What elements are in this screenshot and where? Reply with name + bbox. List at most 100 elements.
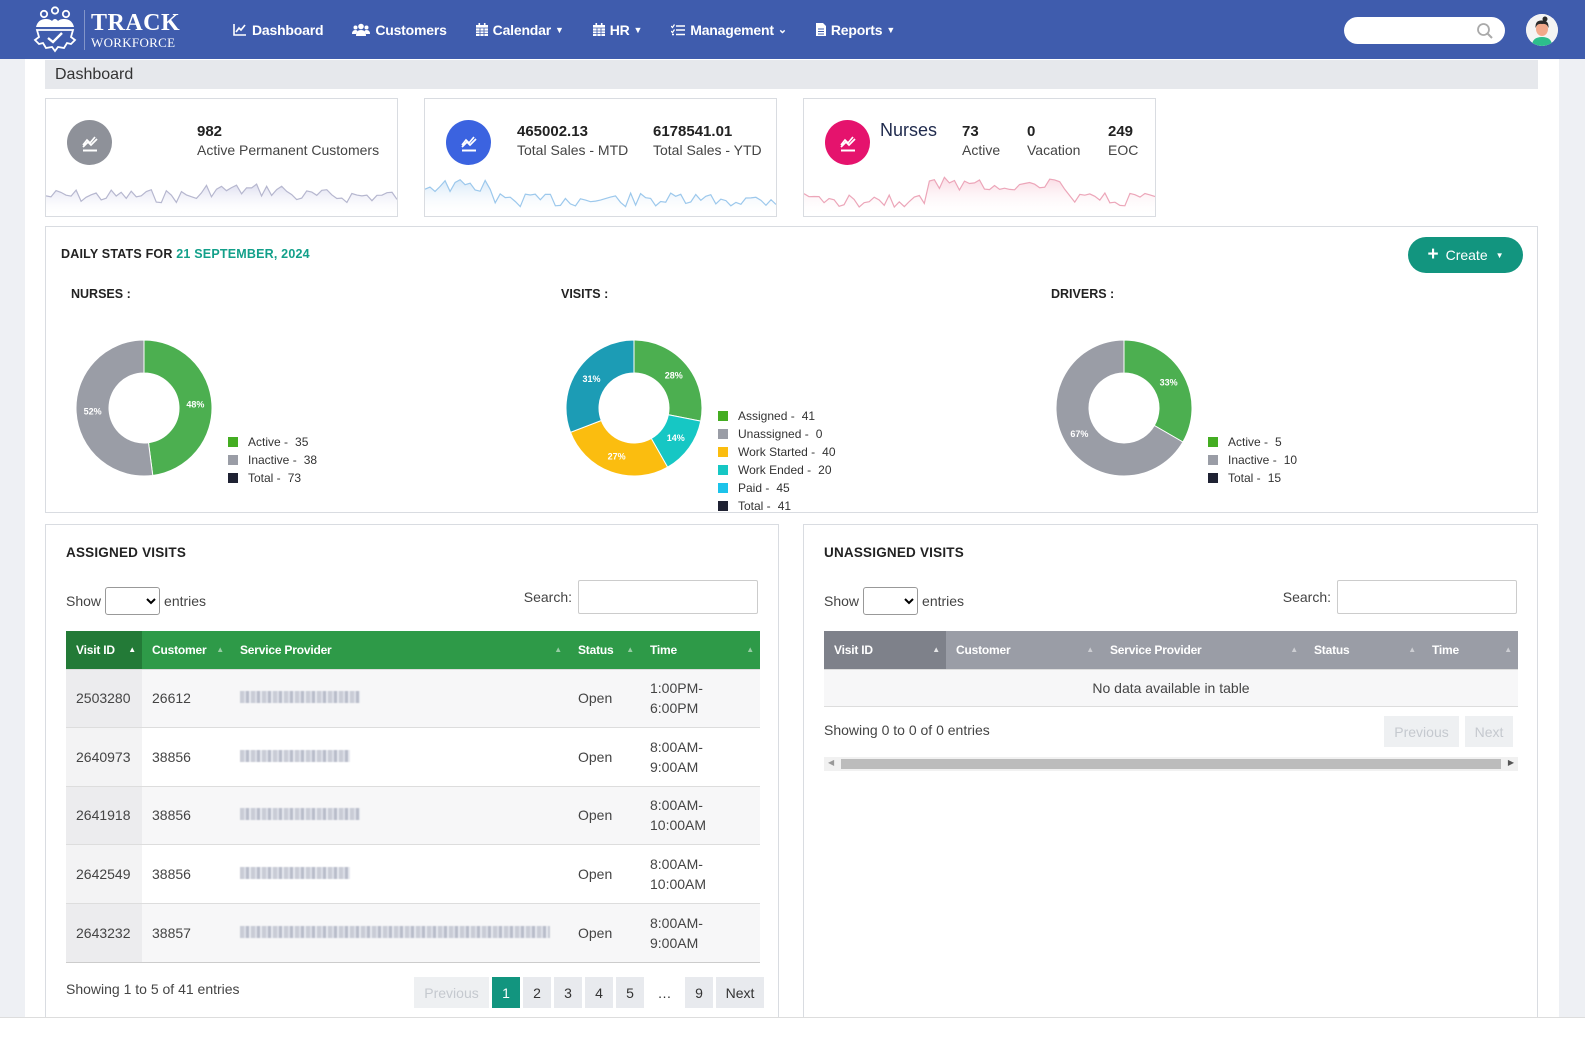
col-time[interactable]: Time ▲ — [1422, 631, 1518, 669]
legend-item[interactable]: Work Ended - 20 — [718, 461, 836, 479]
col-label: Status — [1314, 642, 1350, 657]
pagination-page-5[interactable]: 5 — [616, 977, 644, 1008]
page-footer — [0, 1017, 1585, 1056]
legend-swatch — [228, 473, 238, 483]
nav-management[interactable]: Management ⌄ — [671, 22, 787, 38]
legend-item[interactable]: Active - 5 — [1208, 433, 1297, 451]
unassigned-search-input[interactable] — [1337, 580, 1517, 614]
pagination-page-1[interactable]: 1 — [492, 977, 520, 1008]
legend-value: 41 — [777, 499, 792, 513]
legend-value: 15 — [1267, 471, 1282, 485]
assigned-search-input[interactable] — [578, 580, 758, 614]
assigned-search: Search: — [524, 580, 758, 614]
cell-visit-id: 2641918 — [66, 785, 142, 845]
col-service-provider[interactable]: Service Provider ▲ — [1100, 631, 1304, 669]
table-row[interactable]: 2642549 38856 Open 8:00AM- 10:00AM — [66, 844, 760, 903]
assigned-entries-select[interactable] — [105, 587, 161, 615]
nav-calendar-label: Calendar — [492, 21, 552, 38]
pagination-page-2[interactable]: 2 — [523, 977, 551, 1008]
time-end: 10:00AM — [650, 875, 707, 892]
col-time[interactable]: Time ▲ — [640, 631, 760, 669]
sort-icon: ▲ — [1408, 645, 1416, 654]
stat-card-nurses: Nurses 73 Active 0 Vacation 249 EOC — [803, 98, 1156, 217]
scroll-right-icon[interactable]: ▶ — [1508, 758, 1514, 767]
nav-hr[interactable]: HR ▼ — [592, 22, 642, 38]
customers-label: Active Permanent Customers — [197, 142, 380, 158]
col-customer[interactable]: Customer ▲ — [946, 631, 1100, 669]
col-customer[interactable]: Customer ▲ — [142, 631, 230, 669]
donut-pct-label: 14% — [667, 433, 685, 443]
list-check-icon — [671, 23, 686, 36]
pagination-page-3[interactable]: 3 — [554, 977, 582, 1008]
time-start: 8:00AM- — [650, 855, 703, 872]
caret-down-icon: ▼ — [1495, 250, 1504, 260]
scroll-left-icon[interactable]: ◀ — [828, 758, 834, 767]
cell-status: Open — [568, 668, 640, 728]
legend-value: 73 — [287, 471, 302, 485]
donut-slice-active[interactable] — [1123, 339, 1193, 443]
sales-ytd-value: 6178541.01 — [653, 123, 733, 140]
donut-slice-assigned[interactable] — [633, 339, 703, 422]
col-visit-id[interactable]: Visit ID ▲ — [66, 631, 142, 669]
legend-item[interactable]: Work Started - 40 — [718, 443, 836, 461]
pagination-next[interactable]: Next — [1465, 716, 1513, 747]
calendar-icon — [475, 23, 488, 36]
legend-item[interactable]: Paid - 45 — [718, 479, 836, 497]
pagination-page-9[interactable]: 9 — [685, 977, 713, 1008]
col-status[interactable]: Status ▲ — [568, 631, 640, 669]
donut-slice-work-started[interactable] — [569, 419, 669, 477]
legend-item[interactable]: Total - 41 — [718, 497, 836, 515]
pagination-next[interactable]: Next — [716, 977, 764, 1008]
legend-item[interactable]: Total - 15 — [1208, 469, 1297, 487]
col-label: Time — [1432, 642, 1459, 657]
create-button[interactable]: + Create ▼ — [1408, 237, 1523, 273]
empty-table-message: No data available in table — [824, 668, 1518, 707]
scrollbar-thumb[interactable] — [841, 759, 1501, 769]
assigned-visits-panel: ASSIGNED VISITS Show entries Search: Vis… — [45, 524, 779, 1019]
table-row[interactable]: 2640973 38856 Open 8:00AM- 9:00AM — [66, 727, 760, 786]
legend-value: 41 — [801, 409, 816, 423]
search-icon[interactable] — [1476, 22, 1494, 40]
time-end: 9:00AM — [650, 758, 699, 775]
sort-icon: ▲ — [1086, 645, 1094, 654]
assigned-info: Showing 1 to 5 of 41 entries — [66, 981, 240, 997]
col-status[interactable]: Status ▲ — [1304, 631, 1422, 669]
nav-dashboard[interactable]: Dashboard — [233, 21, 324, 38]
drivers-chart: DRIVERS : 33% 67% Active - 5 Inactive - 10 To… — [1051, 287, 1511, 497]
col-service-provider[interactable]: Service Provider ▲ — [230, 631, 568, 669]
table-row[interactable]: 2503280 26612 Open 1:00PM- 6:00PM — [66, 668, 760, 728]
nurses-vacation-label: Vacation — [1027, 142, 1081, 158]
nav-customers[interactable]: Customers — [352, 22, 447, 38]
unassigned-entries-select[interactable] — [863, 587, 919, 615]
user-avatar-icon[interactable] — [1526, 14, 1558, 46]
assigned-visits-table: Visit ID ▲ Customer ▲ Service Provider ▲ St… — [66, 631, 760, 962]
nav-calendar[interactable]: Calendar ▼ — [475, 21, 564, 38]
donut-pct-label: 28% — [665, 370, 683, 380]
legend-item[interactable]: Inactive - 10 — [1208, 451, 1297, 469]
col-visit-id[interactable]: Visit ID ▲ — [824, 631, 946, 669]
legend-item[interactable]: Unassigned - 0 — [718, 425, 836, 443]
logo[interactable]: TRACK WORKFORCE — [30, 3, 180, 56]
table-row[interactable]: 2643232 38857 Open 8:00AM- 9:00AM — [66, 902, 760, 962]
customers-sparkline — [46, 183, 397, 216]
legend-label: Paid - — [738, 481, 770, 495]
horizontal-scrollbar[interactable]: ◀ ▶ — [824, 757, 1518, 771]
legend-item[interactable]: Inactive - 38 — [228, 451, 317, 469]
legend-label: Work Ended - — [738, 463, 812, 477]
nav-reports[interactable]: Reports ▼ — [815, 22, 895, 38]
legend-item[interactable]: Assigned - 41 — [718, 407, 836, 425]
pagination-previous[interactable]: Previous — [1384, 716, 1459, 747]
legend-item[interactable]: Active - 35 — [228, 433, 317, 451]
nav-dashboard-label: Dashboard — [252, 21, 324, 38]
cell-customer: 38857 — [142, 902, 230, 962]
assigned-visits-title: ASSIGNED VISITS — [66, 545, 187, 560]
col-label: Customer — [956, 642, 1011, 657]
table-row[interactable]: 2641918 38856 Open 8:00AM- 10:00AM — [66, 785, 760, 845]
pagination-page-4[interactable]: 4 — [585, 977, 613, 1008]
cell-status: Open — [568, 727, 640, 786]
donut-slice-paid[interactable] — [565, 339, 635, 433]
col-label: Service Provider — [240, 642, 332, 657]
cell-visit-id: 2640973 — [66, 727, 142, 786]
pagination-previous[interactable]: Previous — [414, 977, 489, 1008]
legend-item[interactable]: Total - 73 — [228, 469, 317, 487]
